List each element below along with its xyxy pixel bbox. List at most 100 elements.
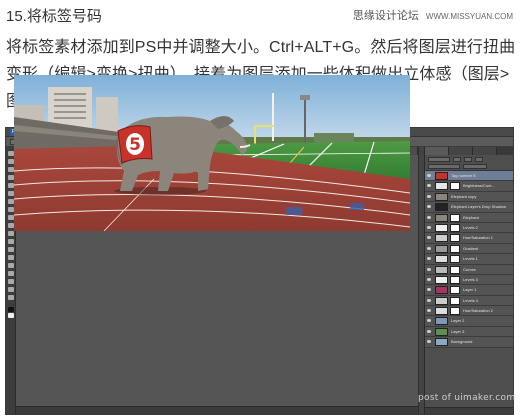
path-select-tool-icon[interactable] [8,271,14,276]
layer-name: Curves [463,266,476,272]
layer-mask-thumbnail[interactable] [450,234,460,243]
site-name: 思缘设计论坛 [352,10,419,22]
layer-thumbnail [435,172,448,180]
type-tool-icon[interactable] [8,263,14,268]
visibility-eye-icon[interactable] [427,288,431,292]
eraser-tool-icon[interactable] [8,231,14,236]
step-title: 15.将标签号码 [6,8,102,25]
visibility-eye-icon[interactable] [427,184,431,188]
layer-name: Levels 4 [463,297,478,303]
visibility-eye-icon[interactable] [427,257,431,261]
layer-row[interactable]: Layer 3 [425,326,513,338]
layer-name: Hue/Saturation 2 [463,308,494,314]
layer-thumbnail [435,265,448,274]
opacity-field[interactable] [463,164,487,169]
layer-row[interactable]: Levels 2 [425,222,513,234]
tab-paths[interactable] [473,147,497,155]
layer-name: Levels 1 [463,256,478,262]
layer-row[interactable]: Elephant copy [425,191,513,203]
layer-row[interactable]: Tag number 5 [425,171,513,182]
layer-mask-thumbnail[interactable] [450,213,460,222]
visibility-eye-icon[interactable] [427,246,431,250]
layer-mask-thumbnail[interactable] [450,286,460,295]
visibility-eye-icon[interactable] [427,236,431,240]
layer-mask-thumbnail[interactable] [450,307,460,316]
visibility-eye-icon[interactable] [427,329,431,333]
filter-type-icon[interactable] [475,157,483,162]
visibility-eye-icon[interactable] [427,277,431,281]
layer-filter-dropdown[interactable] [428,157,450,162]
tag-number-text: 5 [129,135,141,155]
visibility-eye-icon[interactable] [427,340,431,344]
pen-tool-icon[interactable] [8,255,14,260]
zoom-tool-icon[interactable] [8,295,14,300]
layer-mask-thumbnail[interactable] [450,296,460,305]
layer-row[interactable]: Gradient [425,243,513,255]
layer-row[interactable]: Layer 2 [425,316,513,327]
layer-thumbnail [435,338,448,347]
visibility-eye-icon[interactable] [427,215,431,219]
layer-thumbnail [435,192,448,201]
hand-tool-icon[interactable] [8,287,14,292]
layer-mask-thumbnail[interactable] [450,244,460,253]
layer-mask-thumbnail[interactable] [450,223,460,232]
layer-name: Brightness/Cont... [463,183,495,189]
layer-row[interactable]: Hue/Saturation 1 [425,233,513,244]
background-color-swatch[interactable] [8,313,14,318]
layer-name: Elephant [463,214,479,220]
layer-mask-thumbnail[interactable] [450,265,460,274]
visibility-eye-icon[interactable] [427,205,431,209]
tab-layers[interactable] [425,147,449,155]
layer-row[interactable]: Elephant [425,212,513,223]
layers-panel: Tag number 5 Brightness/Cont... Elephant c… [424,147,513,414]
layer-row[interactable]: Layer 1 [425,285,513,296]
layer-thumbnail [435,327,448,336]
gradient-tool-icon[interactable] [8,239,14,244]
uimaker-watermark: post of uimaker.com [418,393,516,403]
layer-row[interactable]: Hue/Saturation 2 [425,306,513,317]
layer-thumbnail [435,213,448,222]
visibility-eye-icon[interactable] [427,309,431,313]
filter-adjustment-icon[interactable] [464,157,472,162]
site-url: WWW.MISSYUAN.COM [425,12,513,21]
layer-name: Levels 3 [463,276,478,282]
visibility-eye-icon[interactable] [427,194,431,198]
visibility-eye-icon[interactable] [427,298,431,302]
layer-mask-thumbnail[interactable] [450,255,460,264]
layer-row[interactable]: Levels 3 [425,274,513,286]
status-bar [16,406,418,414]
layer-mask-thumbnail[interactable] [450,182,460,191]
filter-pixel-icon[interactable] [453,157,461,162]
visibility-eye-icon[interactable] [427,319,431,323]
visibility-eye-icon[interactable] [427,174,431,177]
layer-row[interactable]: Background [425,337,513,348]
layers-panel-tabs [425,147,513,155]
layer-thumbnail [435,307,448,316]
shape-tool-icon[interactable] [8,279,14,284]
layer-name: Layer 1 [463,287,477,293]
layer-name: Hue/Saturation 1 [463,235,494,241]
blend-mode-dropdown[interactable] [428,164,460,169]
layer-name: Elephant Layer's Drop Shadow [451,204,507,210]
layer-row[interactable]: Levels 4 [425,295,513,307]
layer-name: Elephant copy [451,193,477,199]
tab-channels[interactable] [449,147,473,155]
layer-mask-thumbnail[interactable] [450,275,460,284]
visibility-eye-icon[interactable] [427,225,431,229]
document-canvas[interactable]: 5 [14,75,410,231]
layer-name: Gradient [463,245,479,251]
layer-thumbnail [435,234,448,243]
layer-row[interactable]: Brightness/Cont... [425,181,513,192]
layer-name: Layer 3 [451,328,465,334]
layer-name: Background [451,339,473,345]
layer-row[interactable]: Levels 1 [425,254,513,265]
layer-name: Levels 2 [463,224,478,230]
layer-thumbnail [435,244,448,253]
foreground-color-swatch[interactable] [8,307,14,312]
layer-row[interactable]: Elephant Layer's Drop Shadow [425,202,513,213]
layer-row[interactable]: Curves [425,264,513,275]
visibility-eye-icon[interactable] [427,267,431,271]
dodge-tool-icon[interactable] [8,247,14,252]
layer-thumbnail [435,255,448,264]
tag-number-5: 5 [117,125,153,164]
